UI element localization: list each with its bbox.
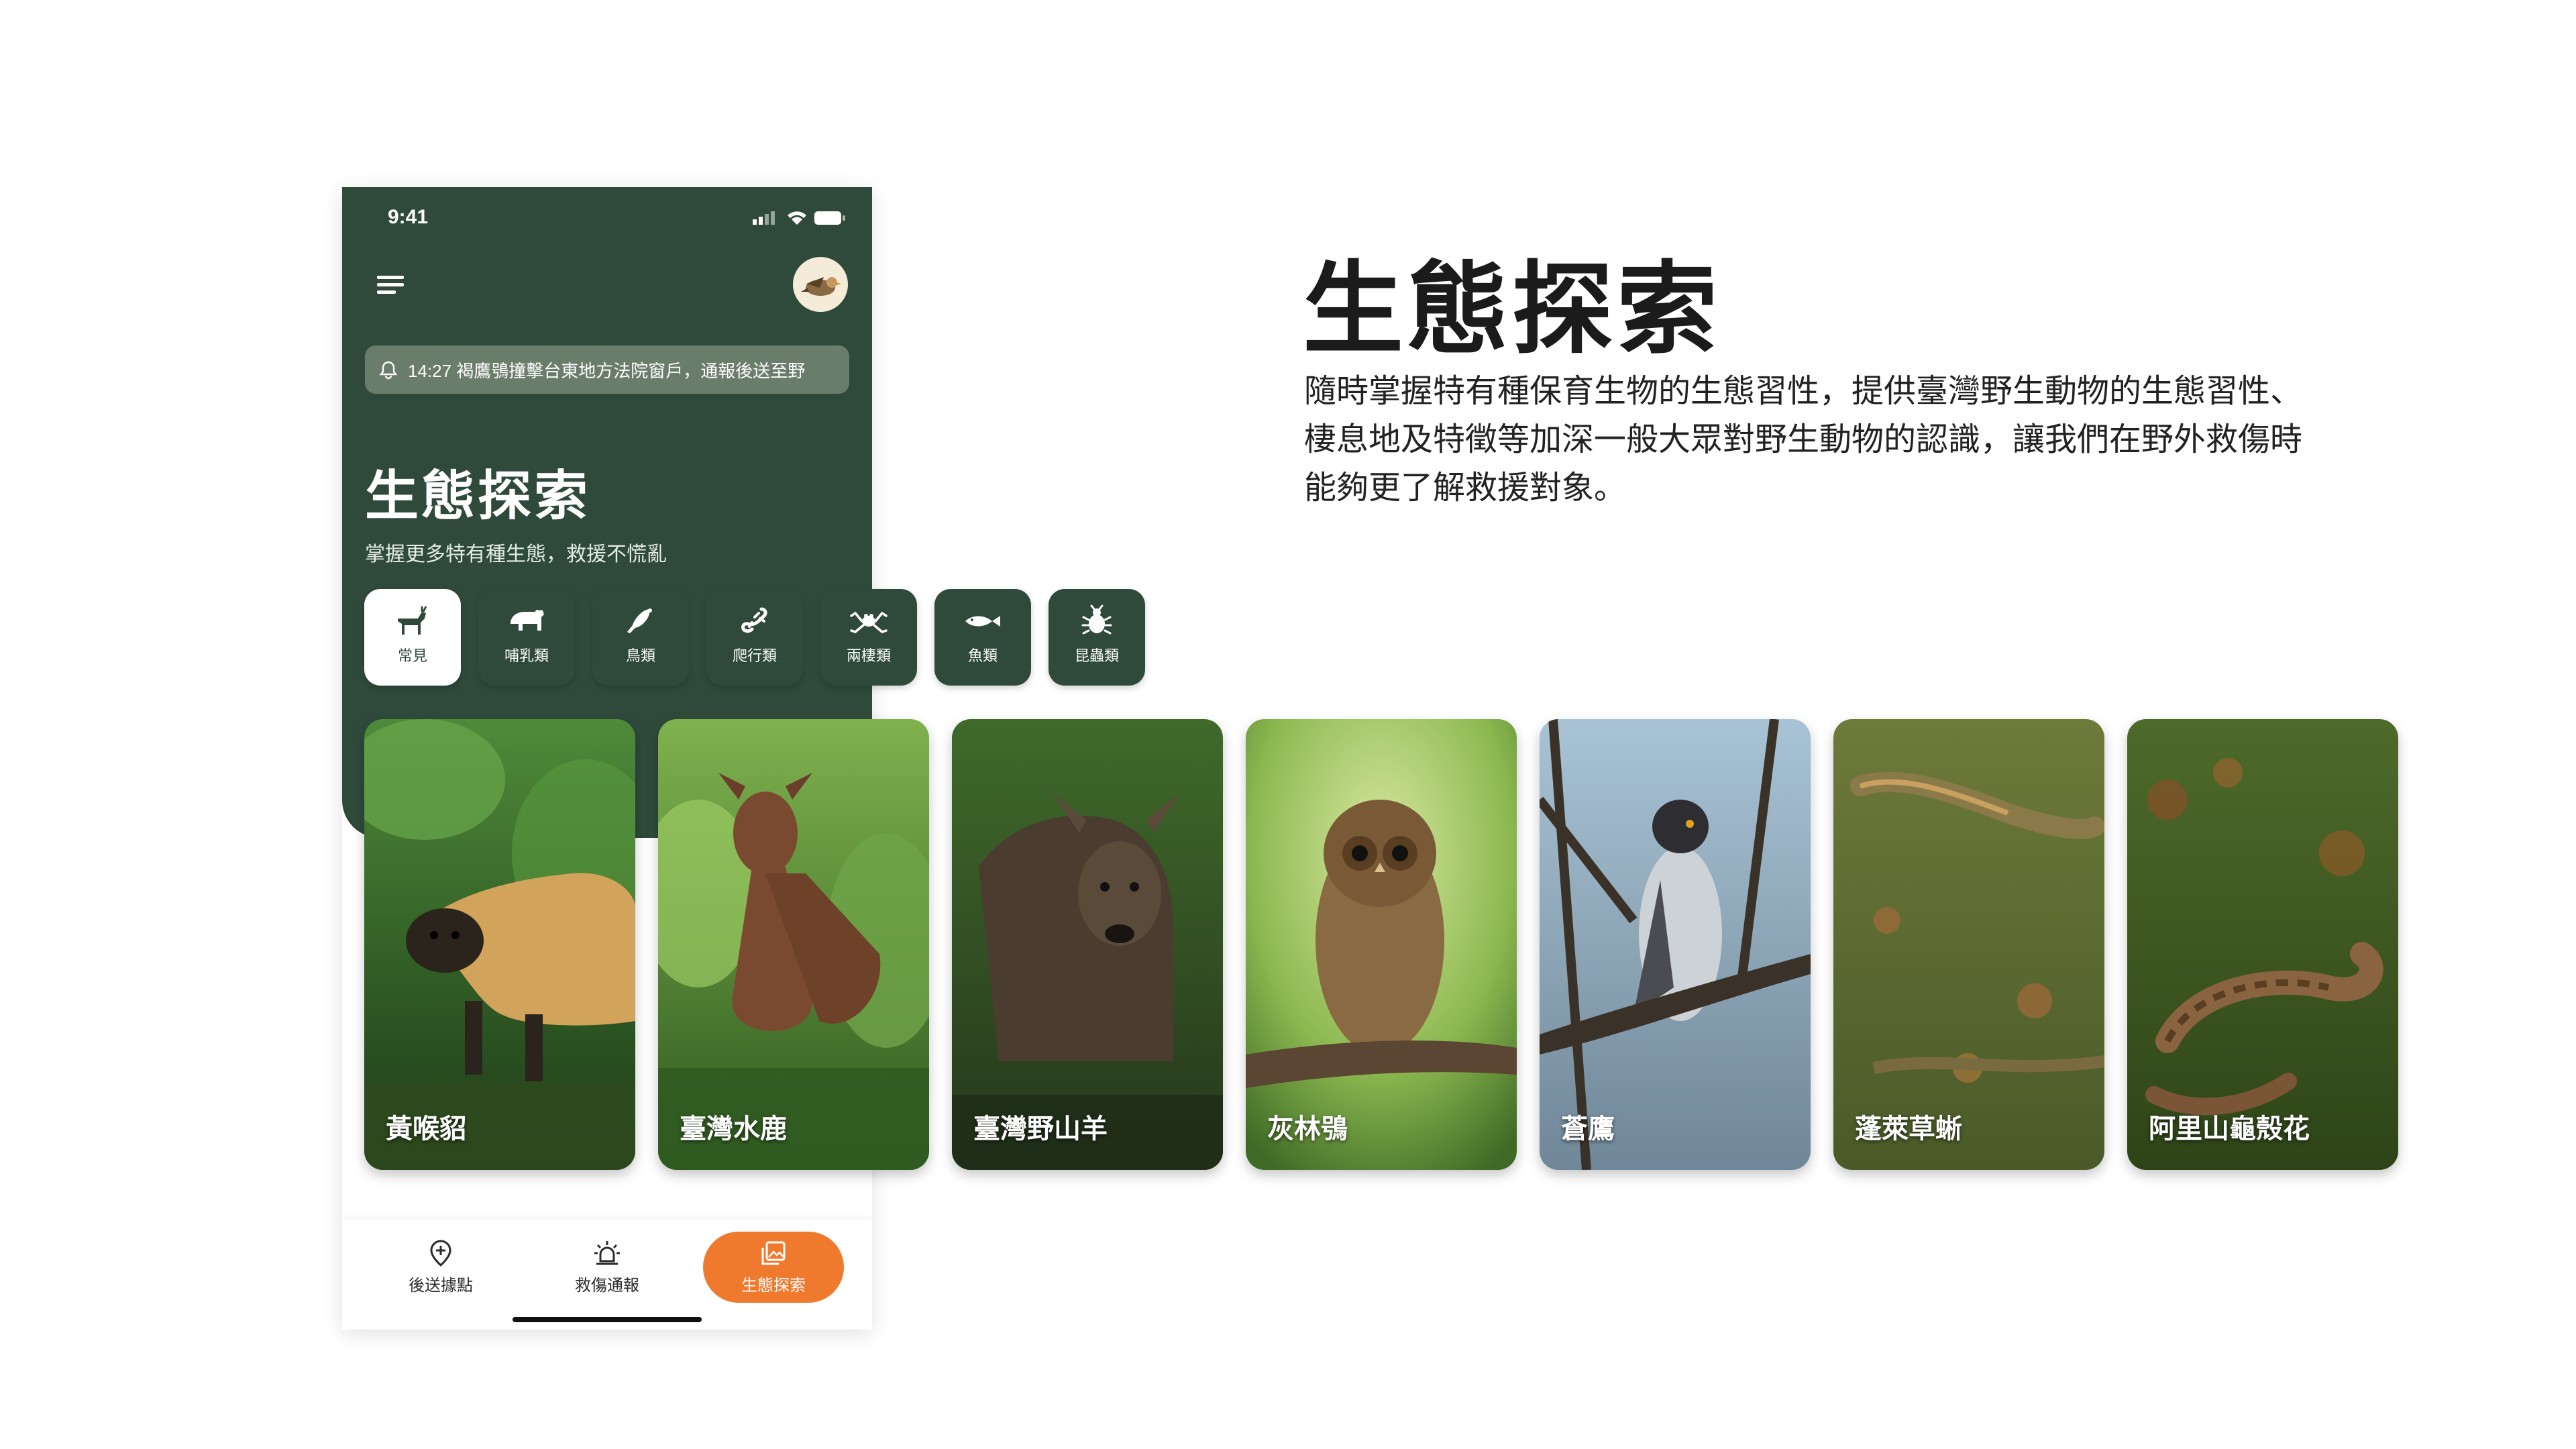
animal-card-yellow-throated-marten[interactable]: 黃喉貂: [364, 719, 635, 1170]
category-common[interactable]: 常見: [364, 589, 461, 686]
alert-notice-banner[interactable]: 14:27 褐鷹鴞撞擊台東地方法院窗戶，通報後送至野: [365, 345, 849, 394]
category-label: 兩棲類: [846, 647, 891, 664]
nav-item-eco-explore[interactable]: 生態探索: [703, 1232, 844, 1303]
status-time: 9:41: [388, 206, 429, 228]
animal-name: 蓬萊草蜥: [1855, 1114, 1962, 1144]
description-line: 能夠更了解救援對象。: [1304, 470, 1627, 506]
animal-name: 蒼鷹: [1561, 1114, 1615, 1144]
animal-name: 黃喉貂: [386, 1114, 466, 1144]
animal-name: 臺灣野山羊: [973, 1114, 1108, 1144]
nav-item-rescue-report[interactable]: 救傷通報: [537, 1232, 678, 1303]
gallery-icon: [761, 1241, 786, 1265]
animal-photo: [2127, 719, 2398, 1170]
description-line: 棲息地及特徵等加深一般大眾對野生動物的認識，讓我們在野外救傷時: [1304, 422, 2303, 458]
bear-icon: [511, 610, 544, 631]
animal-card-northern-goshawk[interactable]: 蒼鷹: [1540, 719, 1811, 1170]
lizard-icon: [741, 607, 767, 633]
nav-label: 生態探索: [741, 1277, 806, 1295]
category-fish[interactable]: 魚類: [934, 589, 1031, 686]
presentation-slide: 9:41 14:27 褐鷹鴞撞擊台東地方法院窗戶，通報後送至野 生態探索 掌握更…: [0, 0, 2576, 1449]
goat-icon: [398, 606, 427, 635]
category-label: 昆蟲類: [1074, 647, 1119, 664]
animal-card-takydromus-lizard[interactable]: 蓬萊草蜥: [1833, 719, 2104, 1170]
category-amphibians[interactable]: 兩棲類: [820, 589, 917, 686]
nav-item-evacuation-points[interactable]: 後送據點: [370, 1232, 511, 1303]
animal-card-formosan-sambar-deer[interactable]: 臺灣水鹿: [658, 719, 929, 1170]
bird-avatar-icon[interactable]: [793, 257, 848, 312]
animal-card-formosan-serow[interactable]: 臺灣野山羊: [952, 719, 1223, 1170]
bottom-navigation: 後送據點 救傷通報 生態探索: [342, 1220, 872, 1330]
nav-label: 救傷通報: [575, 1277, 639, 1295]
description-line: 隨時掌握特有種保育生物的生態習性，提供臺灣野生動物的生態習性、: [1304, 374, 2303, 409]
nav-label: 後送據點: [409, 1277, 473, 1295]
animal-photo: [1833, 719, 2104, 1170]
animal-name: 灰林鴞: [1267, 1114, 1348, 1144]
animal-card-tawny-owl[interactable]: 灰林鴞: [1246, 719, 1517, 1170]
page-subtitle: 掌握更多特有種生態，救援不慌亂: [365, 543, 667, 566]
category-label: 爬行類: [732, 647, 777, 664]
beetle-icon: [1081, 604, 1112, 635]
animal-photo: [952, 719, 1223, 1170]
hamburger-menu-icon[interactable]: [368, 261, 415, 308]
animal-card-alishan-pit-viper[interactable]: 阿里山龜殼花: [2127, 719, 2398, 1170]
home-indicator: [513, 1317, 702, 1322]
category-mammals[interactable]: 哺乳類: [478, 589, 575, 686]
section-description: 隨時掌握特有種保育生物的生態習性，提供臺灣野生動物的生態習性、 棲息地及特徵等加…: [1304, 368, 2330, 513]
animal-photo: [364, 719, 635, 1170]
animal-name: 阿里山龜殼花: [2149, 1114, 2310, 1144]
section-title: 生態探索: [1303, 253, 1722, 366]
category-birds[interactable]: 鳥類: [592, 589, 689, 686]
animal-photo: [1246, 719, 1517, 1170]
category-reptiles[interactable]: 爬行類: [706, 589, 803, 686]
animal-name: 臺灣水鹿: [680, 1114, 787, 1144]
animal-photo: [1540, 719, 1811, 1170]
fish-icon: [965, 616, 1000, 627]
bell-icon: [379, 361, 398, 380]
page-title: 生態探索: [365, 466, 590, 526]
status-icons: [753, 211, 845, 225]
frog-icon: [850, 611, 888, 633]
category-label: 哺乳類: [504, 647, 549, 664]
category-insects[interactable]: 昆蟲類: [1049, 589, 1145, 686]
bird-icon: [627, 608, 652, 633]
category-label: 常見: [397, 647, 427, 664]
category-label: 魚類: [967, 647, 998, 664]
notice-text: 14:27 褐鷹鴞撞擊台東地方法院窗戶，通報後送至野: [408, 360, 806, 381]
siren-icon: [594, 1241, 620, 1265]
category-label: 鳥類: [625, 647, 655, 664]
animal-photo: [658, 719, 929, 1170]
location-pin-plus-icon: [430, 1240, 451, 1267]
